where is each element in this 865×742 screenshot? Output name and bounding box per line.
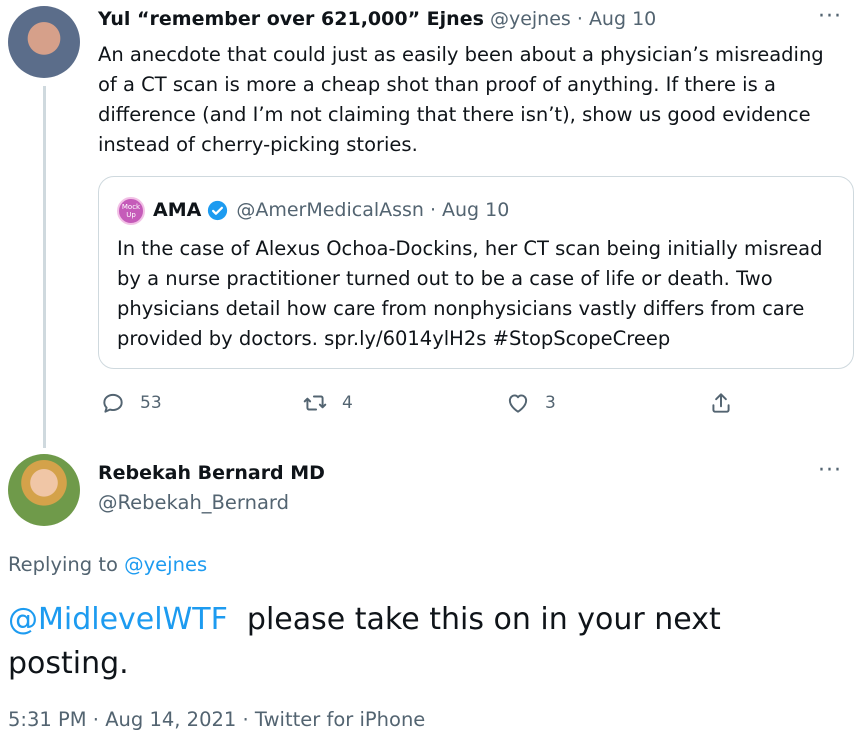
share-button[interactable]: [708, 390, 748, 416]
like-count: 3: [545, 393, 556, 413]
tweet2-more-icon[interactable]: ···: [818, 458, 842, 483]
quoted-tweet-text: In the case of Alexus Ochoa-Dockins, her…: [117, 237, 823, 350]
tweet2-author-name[interactable]: Rebekah Bernard MD: [98, 462, 325, 484]
tweet1-header: Yul “remember over 621,000” Ejnes @yejne…: [98, 8, 656, 30]
tweet2-source[interactable]: Twitter for iPhone: [255, 708, 425, 731]
quoted-tweet-header: AMA @AmerMedicalAssn · Aug 10: [153, 199, 509, 221]
quoted-separator: ·: [429, 199, 437, 221]
yejnes-avatar[interactable]: [8, 6, 80, 78]
replying-to-handle-link[interactable]: @yejnes: [124, 553, 207, 576]
tweet1-more-icon[interactable]: ···: [818, 4, 842, 29]
retweet-button[interactable]: 4: [302, 390, 353, 416]
meta-separator-2: ·: [242, 708, 249, 731]
reply-button[interactable]: 53: [100, 390, 162, 416]
tweet2-date[interactable]: Aug 14, 2021: [105, 708, 236, 731]
like-button[interactable]: 3: [505, 390, 556, 416]
tweet1-author-handle[interactable]: @yejnes: [490, 8, 571, 30]
retweet-icon: [303, 395, 327, 411]
tweet2-metadata: 5:31 PM · Aug 14, 2021 · Twitter for iPh…: [8, 708, 425, 731]
reply-icon: [103, 393, 123, 413]
quoted-tweet-card[interactable]: Mock Up AMA @AmerMedicalAssn · Aug 10 In…: [98, 176, 854, 369]
tweet1-date[interactable]: Aug 10: [589, 8, 656, 30]
tweet1-separator: ·: [576, 8, 583, 30]
tweet1-author-name[interactable]: Yul “remember over 621,000” Ejnes: [98, 8, 484, 30]
replying-to-line: Replying to @yejnes: [8, 553, 207, 576]
rebekah-bernard-avatar[interactable]: [8, 454, 80, 526]
reply-count: 53: [140, 393, 162, 413]
retweet-count: 4: [342, 393, 353, 413]
tweet2-time[interactable]: 5:31 PM: [8, 708, 87, 731]
quoted-date: Aug 10: [442, 199, 510, 221]
thread-connector-line: [43, 86, 46, 448]
tweet1-text: An anecdote that could just as easily be…: [98, 43, 824, 156]
tweet2-text: @MidlevelWTF please take this on in your…: [8, 598, 808, 686]
ama-avatar: Mock Up: [117, 197, 145, 225]
share-icon: [712, 393, 730, 413]
quoted-author-name: AMA: [153, 199, 202, 221]
ama-avatar-text: Mock Up: [121, 203, 141, 219]
mention-link[interactable]: @MidlevelWTF: [8, 602, 228, 637]
tweet2-author-handle[interactable]: @Rebekah_Bernard: [98, 491, 289, 514]
quoted-author-handle: @AmerMedicalAssn: [236, 199, 424, 221]
verified-badge-icon: [208, 200, 228, 220]
like-icon: [508, 394, 528, 413]
meta-separator-1: ·: [92, 708, 99, 731]
replying-to-label: Replying to: [8, 553, 118, 576]
